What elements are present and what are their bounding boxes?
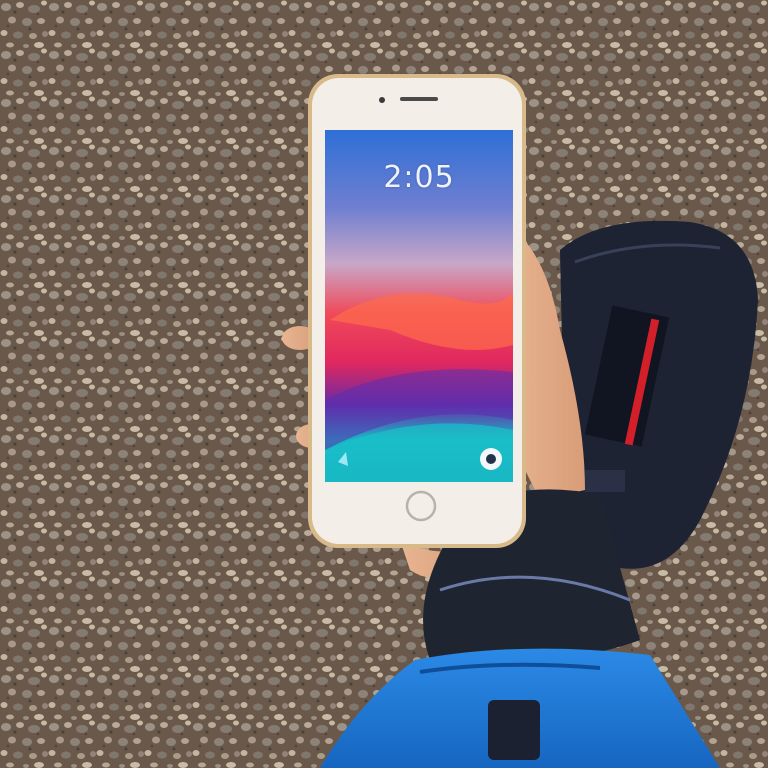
lock-screen-time: 2:05 [383, 160, 455, 195]
photo-illustration [0, 0, 768, 768]
photo-scene: 2:05 [0, 0, 768, 768]
smartphone [308, 74, 526, 548]
